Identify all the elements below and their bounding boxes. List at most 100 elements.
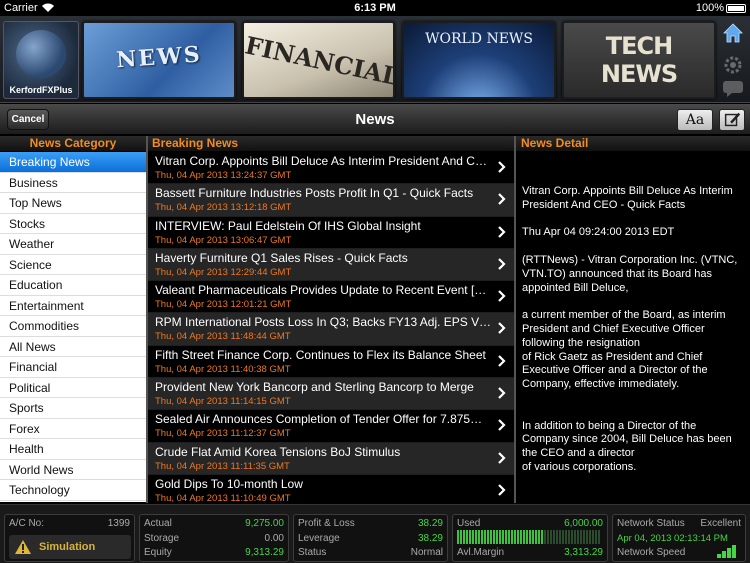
used-bar-segment [586, 530, 588, 544]
used-bar-segment [499, 530, 501, 544]
category-item[interactable]: All News [0, 337, 146, 357]
app-logo: KerfordFXPlus [3, 21, 79, 99]
category-item[interactable]: Business [0, 173, 146, 193]
compose-button[interactable] [719, 109, 745, 131]
category-item[interactable]: Technology [0, 480, 146, 501]
news-row[interactable]: INTERVIEW: Paul Edelstein Of IHS Global … [148, 217, 514, 249]
used-bar-segment [505, 530, 507, 544]
used-bar-segment [475, 530, 477, 544]
used-bar-segment [580, 530, 582, 544]
tile-tech-news-label: TECH NEWS [600, 32, 678, 88]
news-row[interactable]: Provident New York Bancorp and Sterling … [148, 378, 514, 411]
news-row[interactable]: Gold Dips To 10-month Low Thu, 04 Apr 201… [148, 475, 514, 502]
news-date: Thu, 04 Apr 2013 11:14:15 GMT [155, 396, 291, 408]
chevron-right-icon [498, 419, 506, 432]
news-date: Thu, 04 Apr 2013 11:10:49 GMT [155, 492, 291, 502]
status-bar: Carrier 6:13 PM 100% [0, 0, 750, 16]
category-item[interactable]: Sports [0, 398, 146, 419]
chevron-right-icon [498, 290, 506, 302]
category-item[interactable]: Breaking News [0, 152, 146, 173]
font-size-button[interactable]: Aa [677, 109, 713, 131]
tile-news-label: NEWS [115, 41, 203, 74]
tile-financial-label: FINANCIAL [242, 30, 395, 92]
news-row[interactable]: Sealed Air Announces Completion of Tende… [148, 410, 514, 443]
news-row[interactable]: Vitran Corp. Appoints Bill Deluce As Int… [148, 152, 514, 185]
account-number: 1399 [107, 518, 130, 529]
news-date: Thu, 04 Apr 2013 12:29:44 GMT [155, 266, 292, 278]
network-status-label: Network Status [617, 518, 685, 529]
profit-loss-box: Profit & Loss 38.29 Leverage 38.29 Status N… [293, 514, 448, 562]
news-row[interactable]: RPM International Posts Loss In Q3; Back… [148, 313, 514, 346]
category-item[interactable]: Commodities [0, 316, 146, 337]
category-item[interactable]: Weather [0, 234, 146, 255]
used-bar-segment [514, 530, 516, 544]
tile-news[interactable]: NEWS [82, 21, 236, 99]
navigation-bar: Cancel News Aa [0, 104, 750, 135]
actual-value: 9,275.00 [245, 518, 284, 529]
news-row[interactable]: Haverty Furniture Q1 Sales Rises - Quick… [148, 248, 514, 282]
network-speed-label: Network Speed [617, 547, 686, 558]
message-icon[interactable] [722, 80, 744, 98]
used-bar-segment [484, 530, 486, 544]
home-icon[interactable] [722, 22, 744, 44]
category-item[interactable]: Health [0, 439, 146, 460]
category-item[interactable]: Forex [0, 419, 146, 439]
used-margin-bar [457, 530, 603, 544]
signal-strength-icon [717, 545, 736, 558]
tile-tech-news[interactable]: TECH NEWS [562, 21, 716, 99]
clock: 6:13 PM [354, 2, 396, 14]
used-bar-segment [466, 530, 468, 544]
news-date: Thu, 04 Apr 2013 13:12:18 GMT [155, 202, 292, 214]
equity-value: 9,313.29 [245, 547, 284, 558]
news-date: Thu, 04 Apr 2013 12:01:21 GMT [155, 299, 292, 311]
storage-label: Storage [144, 533, 180, 544]
account-box: A/C No: 1399 Simulation [4, 514, 135, 562]
detail-paragraph: (RTTNews) - Vitran Corporation Inc. (VTN… [522, 253, 738, 294]
balance-box: Actual 9,275.00 Storage 0.00 Equity 9,313.2… [139, 514, 289, 562]
category-item[interactable]: Political [0, 378, 146, 398]
news-row[interactable]: Fifth Street Finance Corp. Continues to … [148, 346, 514, 379]
news-row[interactable]: Crude Flat Amid Korea Tensions BoJ Stimu… [148, 442, 514, 475]
used-bar-segment [544, 530, 546, 544]
news-date: Thu, 04 Apr 2013 11:40:38 GMT [155, 363, 291, 375]
network-time: Apr 04, 2013 02:13:14 PM [617, 533, 728, 544]
chevron-right-icon [498, 161, 506, 173]
chevron-right-icon [498, 451, 506, 464]
news-date: Thu, 04 Apr 2013 11:11:35 GMT [155, 460, 290, 472]
used-bar-segment [595, 530, 597, 544]
news-date: Thu, 04 Apr 2013 13:06:47 GMT [155, 234, 292, 246]
compose-icon [724, 112, 741, 127]
tile-world-news-label: WORLD NEWS [425, 31, 533, 48]
app-banner: KerfordFXPlus NEWS FINANCIAL WORLD NEWS … [0, 16, 750, 103]
used-bar-segment [532, 530, 534, 544]
gear-icon[interactable] [722, 54, 744, 76]
used-bar-segment [526, 530, 528, 544]
tile-world-news[interactable]: WORLD NEWS [402, 21, 556, 99]
actual-label: Actual [144, 518, 172, 529]
breaking-news-header: Breaking News [148, 136, 514, 151]
used-bar-segment [469, 530, 471, 544]
news-row[interactable]: Valeant Pharmaceuticals Provides Update … [148, 281, 514, 314]
used-bar-segment [589, 530, 591, 544]
used-bar-segment [562, 530, 564, 544]
category-header: News Category [0, 136, 146, 151]
category-item[interactable]: Entertainment [0, 296, 146, 316]
news-row[interactable]: Bassett Furniture Industries Posts Profi… [148, 184, 514, 217]
tile-financial[interactable]: FINANCIAL [242, 21, 395, 99]
news-title: Crude Flat Amid Korea Tensions BoJ Stimu… [155, 444, 401, 459]
margin-box: Used 6,000.00 Avl.Margin 3,313.29 [452, 514, 608, 562]
category-item[interactable]: Stocks [0, 214, 146, 234]
used-bar-segment [472, 530, 474, 544]
category-item[interactable]: Financial [0, 357, 146, 378]
used-bar-segment [496, 530, 498, 544]
used-bar-segment [598, 530, 600, 544]
category-item[interactable]: Education [0, 275, 146, 296]
chevron-right-icon [498, 387, 506, 399]
used-bar-segment [583, 530, 585, 544]
used-bar-segment [547, 530, 549, 544]
category-item[interactable]: World News [0, 460, 146, 480]
chevron-right-icon [498, 258, 506, 270]
category-item[interactable]: Top News [0, 193, 146, 214]
category-item[interactable]: Science [0, 255, 146, 275]
news-title: Sealed Air Announces Completion of Tende… [155, 412, 491, 427]
